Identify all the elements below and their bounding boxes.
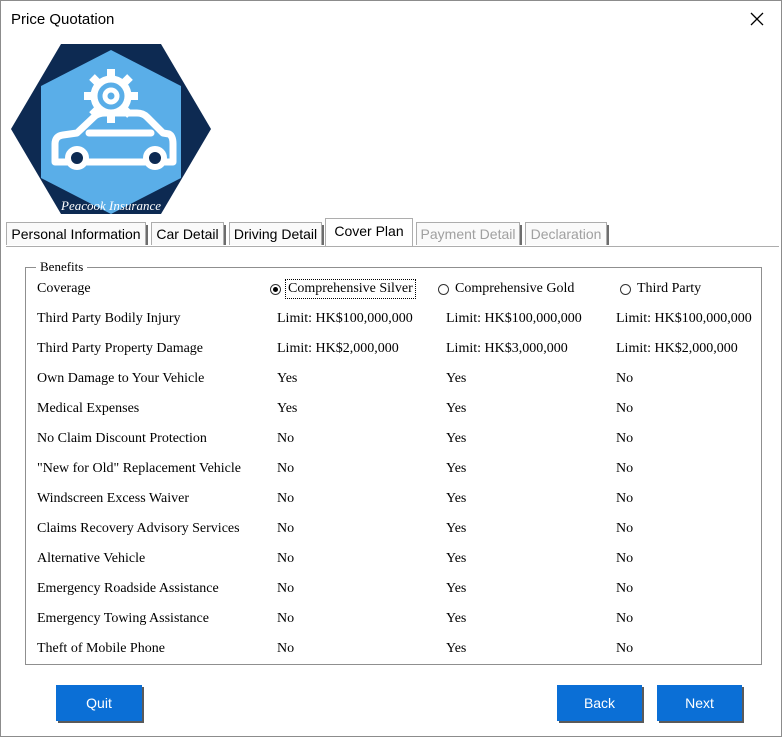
benefit-value-third-party: No — [616, 551, 634, 566]
back-button[interactable]: Back — [557, 685, 642, 721]
benefit-value-silver: Limit: HK$2,000,000 — [277, 341, 399, 356]
benefit-value-third-party: No — [616, 371, 634, 386]
benefit-value-silver: No — [277, 491, 295, 506]
benefit-label: Own Damage to Your Vehicle — [37, 371, 205, 386]
benefits-group-title: Benefits — [36, 259, 88, 275]
plan-radio-comprehensive-silver[interactable]: Comprehensive Silver — [270, 279, 416, 299]
tab-personal-information[interactable]: Personal Information — [6, 222, 148, 245]
window-title: Price Quotation — [11, 11, 115, 28]
tab-driving-detail[interactable]: Driving Detail — [229, 222, 324, 245]
tab-car-detail[interactable]: Car Detail — [151, 222, 226, 245]
coverage-label: Coverage — [37, 281, 91, 296]
benefit-value-silver: No — [277, 461, 295, 476]
benefit-value-silver: Yes — [277, 401, 298, 416]
benefit-value-gold: Yes — [446, 431, 467, 446]
benefit-value-gold: Yes — [446, 581, 467, 596]
benefit-value-third-party: No — [616, 581, 634, 596]
benefit-value-gold: Yes — [446, 611, 467, 626]
benefit-value-gold: Yes — [446, 551, 467, 566]
benefit-label: Emergency Towing Assistance — [37, 611, 209, 626]
benefit-label: No Claim Discount Protection — [37, 431, 207, 446]
benefit-label: Windscreen Excess Waiver — [37, 491, 189, 506]
benefit-value-third-party: No — [616, 401, 634, 416]
price-quotation-window: Price Quotation Peacook Insurance Person… — [0, 0, 782, 737]
benefit-value-silver: No — [277, 551, 295, 566]
benefit-value-third-party: Limit: HK$2,000,000 — [616, 341, 738, 356]
benefit-value-silver: Limit: HK$100,000,000 — [277, 311, 413, 326]
benefit-value-third-party: No — [616, 641, 634, 656]
benefit-label: "New for Old" Replacement Vehicle — [37, 461, 241, 476]
benefit-value-third-party: No — [616, 461, 634, 476]
benefit-value-silver: Yes — [277, 371, 298, 386]
cover-plan-panel: Benefits Coverage Comprehensive Silver C… — [6, 246, 779, 672]
benefit-label: Medical Expenses — [37, 401, 140, 416]
close-icon — [750, 12, 764, 26]
radio-selected-icon — [270, 283, 281, 295]
title-bar: Price Quotation — [1, 1, 781, 39]
benefit-value-gold: Yes — [446, 461, 467, 476]
benefit-value-third-party: No — [616, 431, 634, 446]
radio-unselected-icon — [438, 283, 449, 295]
benefit-value-silver: No — [277, 581, 295, 596]
quit-button[interactable]: Quit — [56, 685, 142, 721]
benefit-value-gold: Yes — [446, 401, 467, 416]
benefit-label: Alternative Vehicle — [37, 551, 146, 566]
logo-brand-text: Peacook Insurance — [60, 198, 161, 213]
next-button[interactable]: Next — [657, 685, 742, 721]
tab-payment-detail[interactable]: Payment Detail — [416, 222, 522, 245]
benefit-label: Third Party Bodily Injury — [37, 311, 181, 326]
close-button[interactable] — [745, 7, 769, 31]
benefit-value-gold: Yes — [446, 521, 467, 536]
benefit-value-silver: No — [277, 641, 295, 656]
benefit-value-third-party: No — [616, 611, 634, 626]
company-logo: Peacook Insurance — [11, 44, 211, 214]
benefit-value-gold: Yes — [446, 641, 467, 656]
benefit-value-gold: Yes — [446, 371, 467, 386]
benefit-label: Third Party Property Damage — [37, 341, 204, 356]
plan-radio-comprehensive-gold[interactable]: Comprehensive Gold — [438, 281, 574, 297]
benefit-value-third-party: No — [616, 521, 634, 536]
benefit-label: Claims Recovery Advisory Services — [37, 521, 240, 536]
benefit-value-third-party: No — [616, 491, 634, 506]
benefit-value-silver: No — [277, 431, 295, 446]
tab-cover-plan[interactable]: Cover Plan — [325, 218, 413, 246]
benefits-group: Benefits Coverage Comprehensive Silver C… — [25, 259, 762, 665]
benefit-value-gold: Limit: HK$3,000,000 — [446, 341, 568, 356]
radio-unselected-icon — [620, 283, 631, 295]
benefit-label: Theft of Mobile Phone — [37, 641, 165, 656]
benefit-value-silver: No — [277, 611, 295, 626]
benefit-value-third-party: Limit: HK$100,000,000 — [616, 311, 752, 326]
benefit-value-gold: Limit: HK$100,000,000 — [446, 311, 582, 326]
tab-declaration[interactable]: Declaration — [525, 222, 609, 245]
benefit-value-gold: Yes — [446, 491, 467, 506]
plan-radio-third-party[interactable]: Third Party — [620, 281, 701, 297]
benefit-label: Emergency Roadside Assistance — [37, 581, 219, 596]
benefit-value-silver: No — [277, 521, 295, 536]
